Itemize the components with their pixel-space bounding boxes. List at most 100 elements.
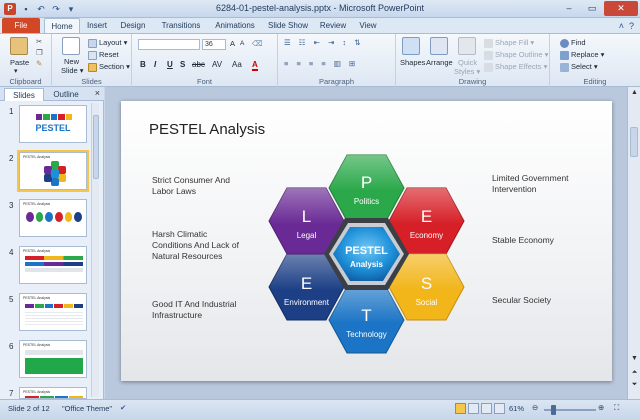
ribbon-tabs: File Home Insert Design Transitions Anim… <box>0 18 640 33</box>
slide-thumbnail-4[interactable]: PESTEL Analysis <box>19 246 87 284</box>
change-case-button[interactable]: Aa <box>232 60 242 69</box>
paste-icon[interactable] <box>10 37 28 55</box>
minimize-button[interactable]: – <box>558 1 580 16</box>
thumb-title-text: PESTEL <box>35 123 71 133</box>
italic-button[interactable]: I <box>154 60 156 69</box>
reset-button[interactable]: Reset <box>88 50 119 60</box>
thumb-rows <box>25 256 83 272</box>
cut-icon[interactable]: ✂ <box>36 37 42 46</box>
shape-outline-button[interactable]: Shape Outline ▾ <box>484 50 548 60</box>
close-pane-icon[interactable]: × <box>95 88 100 98</box>
shadow-button[interactable]: S <box>180 60 185 69</box>
bold-button[interactable]: B <box>140 60 146 69</box>
list-buttons-row[interactable]: ☰ ☷ ⇤ ⇥ ↕ ⇅ <box>284 38 363 47</box>
slide-thumbnail-1[interactable]: PESTEL <box>19 105 87 143</box>
paste-button[interactable]: Paste <box>10 58 29 67</box>
quick-styles-dropdown[interactable]: Styles ▾ <box>454 67 480 76</box>
slide-thumbnail-7[interactable]: PESTEL Analysis <box>19 387 87 399</box>
character-spacing-button[interactable]: AV <box>212 60 222 69</box>
pane-tabs: Slides Outline × <box>0 87 104 101</box>
previous-slide-icon[interactable]: ⏶ <box>628 369 640 377</box>
new-slide-dropdown[interactable]: Slide ▾ <box>61 66 84 75</box>
main-scroll-thumb[interactable] <box>630 127 638 157</box>
tab-slide-show[interactable]: Slide Show <box>264 18 312 33</box>
normal-view-icon[interactable] <box>455 403 466 414</box>
slide-thumbnail-6[interactable]: PESTEL Analysis <box>19 340 87 378</box>
quick-styles-button[interactable]: Quick <box>458 58 477 67</box>
hex-economy-letter: E <box>421 207 432 226</box>
shrink-font-icon[interactable]: A <box>240 40 244 47</box>
drawing-group: Shapes Arrange Quick Styles ▾ Shape Fill… <box>396 34 550 87</box>
format-painter-icon[interactable]: ✎ <box>36 59 42 68</box>
align-buttons-row[interactable]: ≡ ≡ ≡ ≡ ▥ ⊞ <box>284 59 358 68</box>
new-slide-icon[interactable] <box>62 37 80 55</box>
zoom-level[interactable]: 61% <box>509 404 524 413</box>
clear-format-icon[interactable]: ⌫ <box>252 39 263 48</box>
arrange-button[interactable]: Arrange <box>426 58 453 67</box>
font-color-button[interactable]: A <box>252 60 258 71</box>
reading-view-icon[interactable] <box>481 403 493 414</box>
tab-home[interactable]: Home <box>44 18 80 33</box>
arrange-icon[interactable] <box>430 37 448 55</box>
tab-view[interactable]: View <box>354 18 382 33</box>
shape-effects-button[interactable]: Shape Effects ▾ <box>484 62 547 72</box>
tab-review[interactable]: Review <box>316 18 350 33</box>
close-button[interactable]: ✕ <box>604 1 638 16</box>
slide-thumbnail-2[interactable]: PESTEL Analysis <box>17 150 89 192</box>
find-icon <box>560 38 569 48</box>
new-slide-button[interactable]: New <box>64 57 79 66</box>
spelling-icon[interactable]: ✔ <box>120 403 126 412</box>
find-button[interactable]: Find <box>560 38 586 48</box>
hex-social-letter: S <box>421 274 432 293</box>
tab-animations[interactable]: Animations <box>210 18 260 33</box>
fit-slide-icon[interactable]: ⛶ <box>614 403 619 413</box>
scroll-up-icon[interactable]: ▲ <box>628 89 640 96</box>
replace-button[interactable]: Replace ▾ <box>560 50 604 60</box>
font-group: 36 A A ⌫ B I U S abc AV Aa A Font <box>132 34 278 87</box>
quick-styles-icon[interactable] <box>458 37 476 55</box>
shape-effects-icon <box>484 62 493 72</box>
tab-design[interactable]: Design <box>116 18 150 33</box>
tab-insert[interactable]: Insert <box>82 18 112 33</box>
shapes-icon[interactable] <box>402 37 420 55</box>
thumb-title: PESTEL Analysis <box>23 390 51 394</box>
slide-show-icon[interactable] <box>494 403 506 414</box>
grow-font-icon[interactable]: A <box>230 39 235 48</box>
pane-scroll-thumb[interactable] <box>93 115 99 179</box>
copy-icon[interactable]: ❐ <box>36 48 43 57</box>
strikethrough-button[interactable]: abc <box>192 60 205 69</box>
thumb-lines <box>25 310 83 326</box>
pane-scrollbar[interactable] <box>91 103 99 397</box>
theme-status[interactable]: "Office Theme" <box>62 404 112 413</box>
zoom-slider-handle[interactable] <box>551 405 556 415</box>
zoom-in-icon[interactable]: ⊕ <box>598 403 604 412</box>
select-button[interactable]: Select ▾ <box>560 62 598 72</box>
tab-transitions[interactable]: Transitions <box>156 18 206 33</box>
slide-thumbnail-3[interactable]: PESTEL Analysis <box>19 199 87 237</box>
maximize-button[interactable]: ▭ <box>581 1 603 16</box>
shape-fill-button[interactable]: Shape Fill ▾ <box>484 38 534 48</box>
slide-thumbnail-5[interactable]: PESTEL Analysis <box>19 293 87 331</box>
paste-dropdown-icon[interactable]: ▾ <box>14 67 18 75</box>
pestel-hexagon-diagram: P Politics E Economy S Social T Technolo… <box>268 154 465 354</box>
main-vertical-scrollbar[interactable]: ▲ ▼ ⏶ ⏷ <box>627 87 640 399</box>
font-size-combo[interactable]: 36 <box>202 39 226 50</box>
section-button[interactable]: Section ▾ <box>88 62 130 72</box>
tab-file[interactable]: File <box>2 18 40 33</box>
tab-slides[interactable]: Slides <box>4 88 44 101</box>
layout-icon <box>88 38 97 48</box>
window-controls: – ▭ ✕ <box>558 1 638 16</box>
slide-canvas[interactable]: PESTEL Analysis Strict Consumer And Labo… <box>121 101 612 381</box>
font-name-combo[interactable] <box>138 39 200 50</box>
minimize-ribbon-icon[interactable]: ˄ <box>619 21 624 31</box>
layout-button[interactable]: Layout ▾ <box>88 38 127 48</box>
help-icon[interactable]: ? <box>629 21 634 31</box>
next-slide-icon[interactable]: ⏷ <box>628 381 640 389</box>
underline-button[interactable]: U <box>167 60 173 69</box>
status-bar: Slide 2 of 12 "Office Theme" ✔ 61% ⊖ ⊕ ⛶ <box>0 399 640 419</box>
zoom-out-icon[interactable]: ⊖ <box>532 403 538 412</box>
scroll-down-icon[interactable]: ▼ <box>628 355 640 362</box>
shapes-button[interactable]: Shapes <box>400 58 425 67</box>
slide-sorter-icon[interactable] <box>468 403 480 414</box>
tab-outline[interactable]: Outline <box>46 88 86 101</box>
